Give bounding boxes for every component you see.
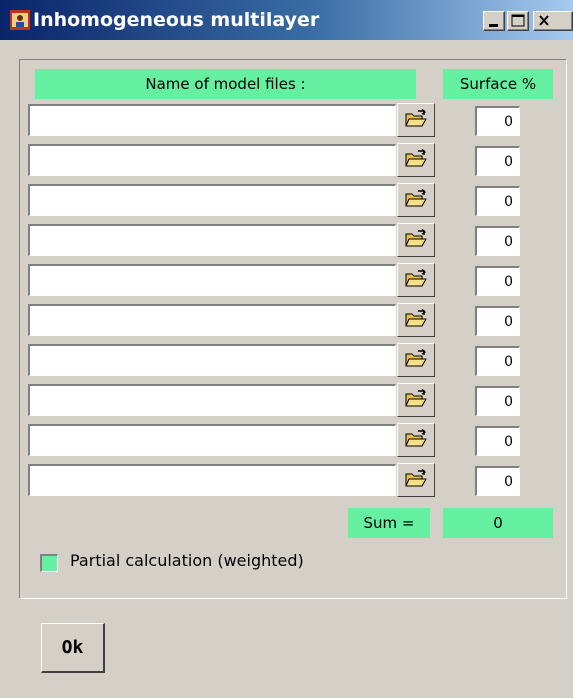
open-folder-icon [404,268,428,292]
ok-button[interactable]: Ok [41,623,105,673]
browse-button[interactable] [397,463,435,497]
browse-button[interactable] [397,143,435,177]
surface-percent-input[interactable] [475,266,520,296]
sum-value: 0 [443,508,553,538]
surface-percent-input[interactable] [475,106,520,136]
partial-calculation-checkbox[interactable] [40,554,58,572]
minimize-icon [489,24,498,27]
model-file-input[interactable] [28,344,396,376]
minimize-button[interactable] [483,11,505,31]
header-surface-percent: Surface % [443,69,553,99]
sum-label: Sum = [348,508,430,538]
open-folder-icon [404,388,428,412]
model-file-input[interactable] [28,184,396,216]
surface-percent-input[interactable] [475,186,520,216]
model-file-input[interactable] [28,264,396,296]
surface-percent-input[interactable] [475,346,520,376]
open-folder-icon [404,468,428,492]
header-file-names: Name of model files : [35,69,416,99]
open-folder-icon [404,228,428,252]
maximize-button[interactable] [507,11,529,31]
browse-button[interactable] [397,263,435,297]
model-file-input[interactable] [28,424,396,456]
browse-button[interactable] [397,183,435,217]
model-file-input[interactable] [28,304,396,336]
open-folder-icon [404,348,428,372]
surface-percent-input[interactable] [475,386,520,416]
surface-percent-input[interactable] [475,426,520,456]
open-folder-icon [404,428,428,452]
browse-button[interactable] [397,223,435,257]
open-folder-icon [404,188,428,212]
close-button[interactable] [533,11,573,31]
surface-percent-input[interactable] [475,466,520,496]
browse-button[interactable] [397,103,435,137]
model-file-input[interactable] [28,384,396,416]
app-icon [10,10,30,30]
browse-button[interactable] [397,303,435,337]
model-file-input[interactable] [28,144,396,176]
surface-percent-input[interactable] [475,146,520,176]
open-folder-icon [404,308,428,332]
browse-button[interactable] [397,423,435,457]
partial-calculation-label: Partial calculation (weighted) [70,551,304,570]
browse-button[interactable] [397,383,435,417]
surface-percent-input[interactable] [475,226,520,256]
browse-button[interactable] [397,343,435,377]
surface-percent-input[interactable] [475,306,520,336]
model-file-input[interactable] [28,104,396,136]
close-icon [539,15,549,26]
model-file-input[interactable] [28,464,396,496]
maximize-icon [511,14,525,27]
title-bar[interactable]: Inhomogeneous multilayer [0,0,573,40]
open-folder-icon [404,148,428,172]
open-folder-icon [404,108,428,132]
model-file-input[interactable] [28,224,396,256]
window-title: Inhomogeneous multilayer [33,9,320,31]
